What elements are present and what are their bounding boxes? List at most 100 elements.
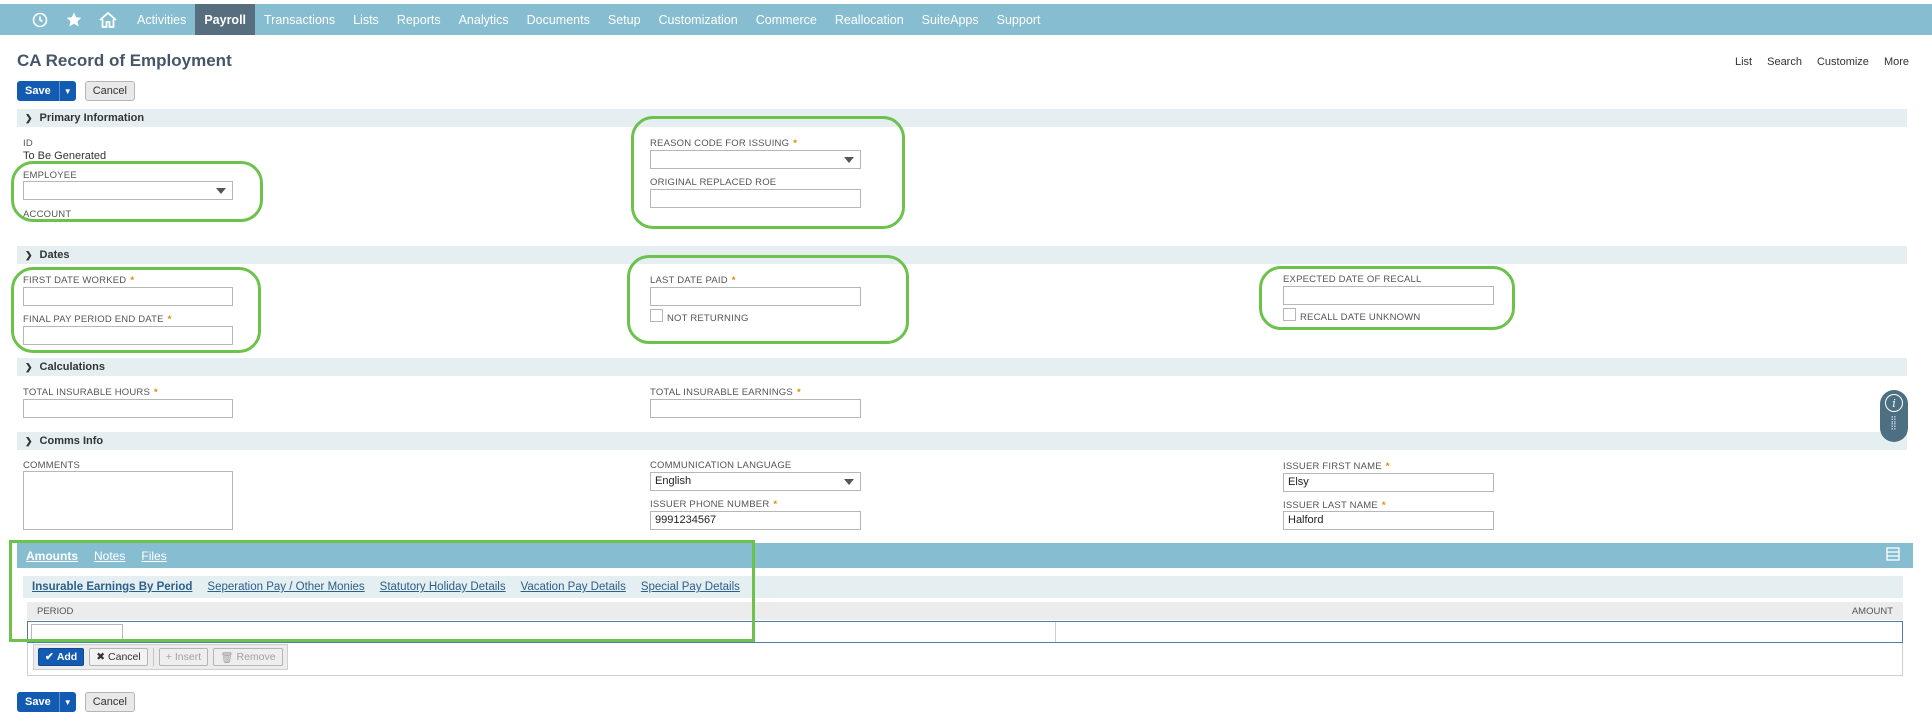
save-button-group: Save ▼ <box>17 692 76 712</box>
highlight-reason-code <box>631 116 905 229</box>
tab-files[interactable]: Files <box>141 549 166 563</box>
more-link[interactable]: More <box>1884 56 1909 68</box>
total-earnings-input[interactable] <box>650 399 861 418</box>
nav-item-documents[interactable]: Documents <box>518 4 599 35</box>
cancel-button[interactable]: Cancel <box>84 81 135 101</box>
plus-icon: + <box>165 651 172 663</box>
subtab-special-pay[interactable]: Special Pay Details <box>641 581 740 593</box>
home-icon[interactable] <box>98 10 118 30</box>
nav-item-suiteapps[interactable]: SuiteApps <box>913 4 988 35</box>
issuer-first-name-label: ISSUER FIRST NAME * <box>1283 461 1390 472</box>
not-returning-checkbox[interactable] <box>650 309 663 322</box>
grid-dots-icon[interactable]: ⠿ ⠿ <box>1890 416 1898 432</box>
check-icon: ✔ <box>45 651 54 663</box>
grid-frame <box>27 643 1903 676</box>
help-widget[interactable]: i ⠿ ⠿ <box>1880 390 1908 442</box>
final-pay-period-input[interactable] <box>23 326 233 345</box>
subtab-vacation-pay[interactable]: Vacation Pay Details <box>521 581 626 593</box>
add-line-button[interactable]: ✔ Add <box>38 648 85 666</box>
close-icon: ✖ <box>96 651 106 663</box>
issuer-first-name-input[interactable]: Elsy <box>1283 473 1494 492</box>
nav-item-reports[interactable]: Reports <box>388 4 450 35</box>
customize-link[interactable]: Customize <box>1817 56 1869 68</box>
nav-item-transactions[interactable]: Transactions <box>255 4 344 35</box>
recall-unknown-checkbox[interactable] <box>1283 308 1296 321</box>
total-hours-input[interactable] <box>23 399 233 418</box>
nav-item-reallocation[interactable]: Reallocation <box>826 4 913 35</box>
section-dates[interactable]: ❯ Dates <box>17 246 1907 264</box>
save-button[interactable]: Save <box>17 81 59 101</box>
reason-code-select[interactable] <box>650 150 861 169</box>
employee-label: EMPLOYEE <box>23 170 77 181</box>
table-row[interactable] <box>27 621 1903 643</box>
page-links: List Search Customize More <box>1735 56 1909 68</box>
last-date-paid-label: LAST DATE PAID * <box>650 275 736 286</box>
column-amount[interactable]: AMOUNT <box>1852 606 1893 617</box>
communication-language-label: COMMUNICATION LANGUAGE <box>650 460 792 471</box>
top-button-group: Save ▼ Cancel <box>17 81 135 101</box>
period-input[interactable] <box>31 624 123 640</box>
tab-amounts[interactable]: Amounts <box>26 549 78 563</box>
list-link[interactable]: List <box>1735 56 1752 68</box>
nav-item-commerce[interactable]: Commerce <box>747 4 826 35</box>
id-value: To Be Generated <box>23 150 107 162</box>
issuer-last-name-input[interactable]: Halford <box>1283 511 1494 530</box>
chevron-down-icon: ❯ <box>25 112 33 123</box>
expected-recall-input[interactable] <box>1283 286 1494 305</box>
not-returning-label: NOT RETURNING <box>667 313 749 324</box>
star-icon[interactable] <box>64 10 84 30</box>
recall-unknown-label: RECALL DATE UNKNOWN <box>1300 312 1421 323</box>
cancel-line-button[interactable]: ✖ Cancel <box>89 648 148 666</box>
divider <box>152 648 154 666</box>
total-earnings-label: TOTAL INSURABLE EARNINGS * <box>650 387 801 398</box>
table-view-icon[interactable] <box>1886 547 1900 564</box>
save-dropdown-icon[interactable]: ▼ <box>58 692 76 712</box>
amounts-subtabs: Insurable Earnings By Period Seperation … <box>23 576 1903 598</box>
dropdown-arrow-icon <box>844 157 854 163</box>
issuer-last-name-label: ISSUER LAST NAME * <box>1283 500 1386 511</box>
issuer-phone-input[interactable]: 9991234567 <box>650 511 861 530</box>
section-comms-info[interactable]: ❯ Comms Info <box>17 432 1907 450</box>
original-roe-label: ORIGINAL REPLACED ROE <box>650 177 777 188</box>
account-label: ACCOUNT <box>23 209 72 220</box>
period-cell[interactable] <box>28 622 1056 642</box>
nav-item-payroll[interactable]: Payroll <box>195 4 256 35</box>
dropdown-arrow-icon <box>216 188 226 194</box>
issuer-phone-label: ISSUER PHONE NUMBER * <box>650 499 778 510</box>
grid-actions: ✔ Add ✖ Cancel + Insert 🗑 Remove <box>33 644 288 670</box>
search-link[interactable]: Search <box>1767 56 1802 68</box>
communication-language-select[interactable]: English <box>650 472 861 491</box>
nav-item-support[interactable]: Support <box>988 4 1050 35</box>
nav-item-analytics[interactable]: Analytics <box>450 4 518 35</box>
last-date-paid-input[interactable] <box>650 287 861 306</box>
final-pay-period-label: FINAL PAY PERIOD END DATE * <box>23 314 172 325</box>
info-icon[interactable]: i <box>1885 394 1903 412</box>
reason-code-label: REASON CODE FOR ISSUING * <box>650 138 798 149</box>
nav-item-setup[interactable]: Setup <box>599 4 650 35</box>
chevron-down-icon: ❯ <box>25 435 33 446</box>
comments-textarea[interactable] <box>23 471 233 530</box>
subtab-insurable-earnings[interactable]: Insurable Earnings By Period <box>32 581 192 593</box>
nav-item-customization[interactable]: Customization <box>650 4 747 35</box>
column-period[interactable]: PERIOD <box>37 606 73 617</box>
remove-line-button[interactable]: 🗑 Remove <box>213 648 283 666</box>
subtab-separation-pay[interactable]: Seperation Pay / Other Monies <box>207 581 364 593</box>
grid-header: PERIOD AMOUNT <box>27 602 1903 620</box>
save-button[interactable]: Save <box>17 692 59 712</box>
employee-select[interactable] <box>23 181 233 200</box>
nav-item-activities[interactable]: Activities <box>128 4 195 35</box>
section-calculations[interactable]: ❯ Calculations <box>17 358 1907 376</box>
tab-notes[interactable]: Notes <box>94 549 125 563</box>
save-dropdown-icon[interactable]: ▼ <box>58 81 76 101</box>
insert-line-button[interactable]: + Insert <box>158 648 209 666</box>
original-roe-input[interactable] <box>650 189 861 208</box>
recent-icon[interactable] <box>30 10 50 30</box>
total-hours-label: TOTAL INSURABLE HOURS * <box>23 387 158 398</box>
cancel-button[interactable]: Cancel <box>84 692 135 712</box>
bottom-button-group: Save ▼ Cancel <box>17 692 135 712</box>
nav-item-lists[interactable]: Lists <box>344 4 388 35</box>
first-date-worked-input[interactable] <box>23 287 233 306</box>
section-primary-information[interactable]: ❯ Primary Information <box>17 109 1907 127</box>
dropdown-arrow-icon <box>844 479 854 485</box>
subtab-statutory-holiday[interactable]: Statutory Holiday Details <box>380 581 506 593</box>
